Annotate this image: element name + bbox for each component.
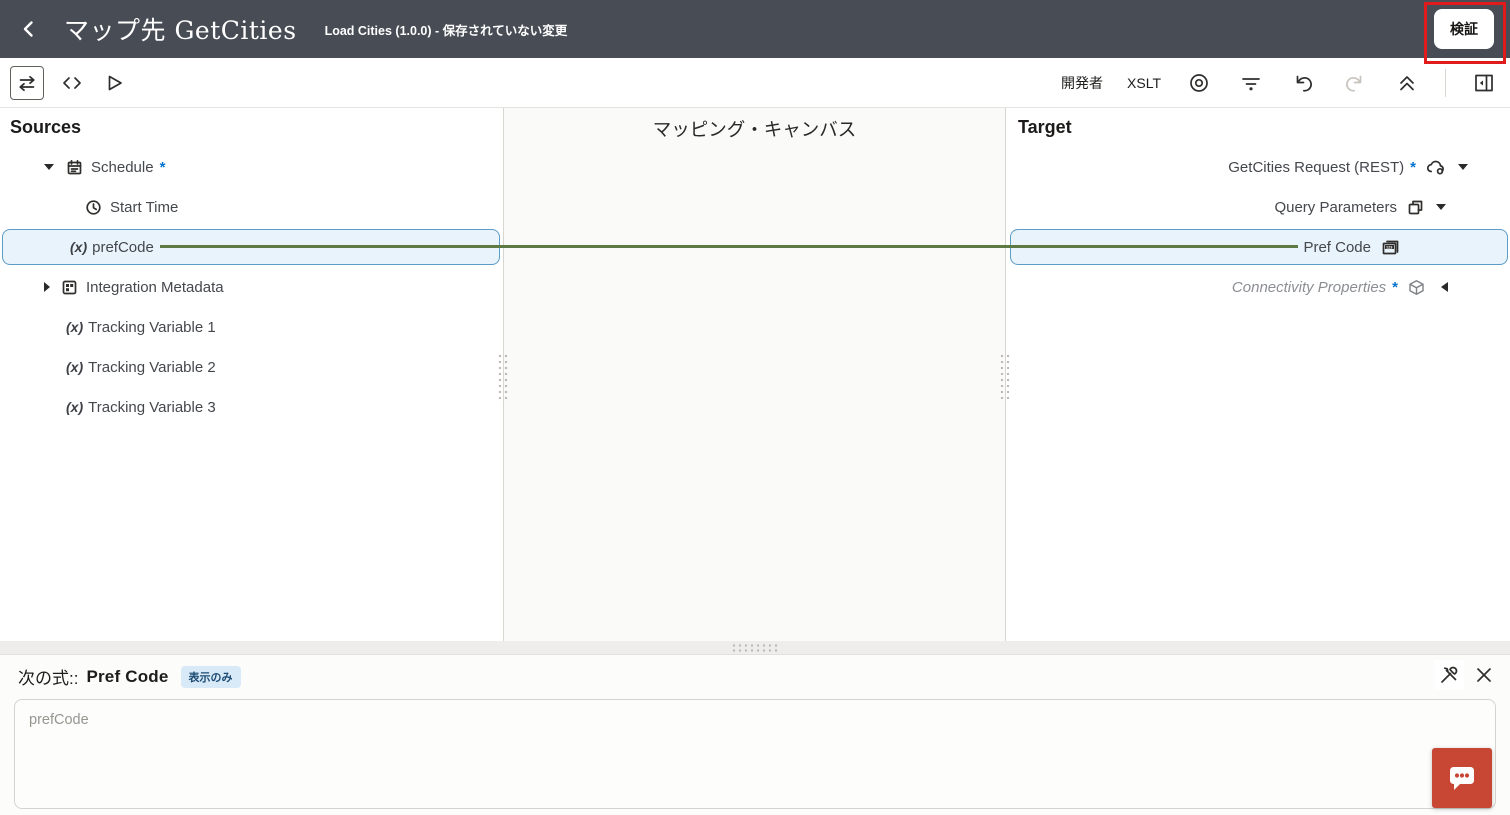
source-label: Integration Metadata xyxy=(86,279,224,296)
source-row-integration-metadata[interactable]: Integration Metadata xyxy=(0,267,503,307)
source-row-tracking-var-3[interactable]: (x) Tracking Variable 3 xyxy=(0,387,503,427)
canvas-title: マッピング・キャンバス xyxy=(504,116,1005,142)
expression-input[interactable]: prefCode xyxy=(14,699,1496,809)
close-icon xyxy=(1474,665,1494,685)
calendar-icon xyxy=(66,159,83,176)
side-panel-icon xyxy=(1472,71,1496,95)
required-marker: * xyxy=(1392,279,1398,296)
target-row-getcities-request[interactable]: GetCities Request (REST) * xyxy=(1006,147,1510,187)
collapse-all-button[interactable] xyxy=(1393,69,1421,97)
mapper-window: マップ先 GetCities Load Cities (1.0.0) - 保存さ… xyxy=(0,0,1510,815)
collapse-all-icon xyxy=(1395,71,1419,95)
function-variable-icon: (x) xyxy=(66,359,83,375)
layers-icon xyxy=(1407,199,1424,216)
target-label: Query Parameters xyxy=(1274,199,1397,216)
metadata-icon xyxy=(61,279,78,296)
xslt-menu[interactable]: XSLT xyxy=(1127,75,1161,91)
undo-icon xyxy=(1291,71,1315,95)
target-label: Connectivity Properties xyxy=(1232,279,1386,296)
view-only-badge: 表示のみ xyxy=(181,666,241,688)
caret-down-icon[interactable] xyxy=(1458,164,1468,170)
mapping-connection-line[interactable] xyxy=(160,245,1298,248)
caret-right-icon[interactable] xyxy=(44,282,50,292)
source-label: Tracking Variable 3 xyxy=(88,399,216,416)
source-label: Start Time xyxy=(110,199,178,216)
chat-icon xyxy=(1446,763,1478,793)
eye-icon xyxy=(1187,71,1211,95)
filter-icon xyxy=(1239,71,1263,95)
expression-close-button[interactable] xyxy=(1472,663,1496,687)
source-label: Schedule xyxy=(91,159,154,176)
sources-header: Sources xyxy=(10,117,81,138)
integration-subtitle: Load Cities (1.0.0) - 保存されていない変更 xyxy=(325,20,568,39)
source-row-tracking-var-1[interactable]: (x) Tracking Variable 1 xyxy=(0,307,503,347)
required-marker: * xyxy=(1410,159,1416,176)
required-marker: * xyxy=(160,159,166,176)
bottom-splitter-grip[interactable] xyxy=(731,643,779,652)
source-row-start-time[interactable]: Start Time xyxy=(0,187,503,227)
caret-left-icon[interactable] xyxy=(1441,282,1448,292)
source-row-schedule[interactable]: Schedule * xyxy=(0,147,503,187)
left-splitter-grip[interactable] xyxy=(497,353,508,403)
swap-mapping-button[interactable] xyxy=(10,66,44,100)
expression-panel: 次の式:: Pref Code 表示のみ prefCode xyxy=(0,654,1510,815)
expression-tools-button[interactable] xyxy=(1434,660,1464,690)
function-variable-icon: (x) xyxy=(70,239,87,255)
mapping-canvas[interactable]: マッピング・キャンバス xyxy=(503,108,1006,641)
code-icon xyxy=(60,71,84,95)
expression-label: 次の式:: xyxy=(18,664,78,689)
source-label: prefCode xyxy=(92,239,154,256)
side-panel-toggle-button[interactable] xyxy=(1470,69,1498,97)
function-variable-icon: (x) xyxy=(66,399,83,415)
target-row-connectivity-properties[interactable]: Connectivity Properties * xyxy=(1006,267,1510,307)
caret-down-icon[interactable] xyxy=(44,164,54,170)
svg-text:123: 123 xyxy=(1386,245,1392,249)
number-type-icon: 123 xyxy=(1381,239,1400,256)
source-label: Tracking Variable 2 xyxy=(88,359,216,376)
expression-target-name: Pref Code xyxy=(86,667,168,687)
target-header: Target xyxy=(1018,117,1072,138)
caret-down-icon[interactable] xyxy=(1436,204,1446,210)
filter-button[interactable] xyxy=(1237,69,1265,97)
package-icon xyxy=(1408,279,1425,296)
run-icon xyxy=(102,71,126,95)
cloud-endpoint-icon xyxy=(1426,158,1446,176)
page-title: マップ先 GetCities xyxy=(64,11,297,47)
developer-menu[interactable]: 開発者 xyxy=(1061,73,1103,93)
source-label: Tracking Variable 1 xyxy=(88,319,216,336)
redo-button[interactable] xyxy=(1341,69,1369,97)
toolbar-separator xyxy=(1445,69,1446,97)
undo-button[interactable] xyxy=(1289,69,1317,97)
back-chevron-icon xyxy=(18,18,40,40)
swap-icon xyxy=(16,72,38,94)
expression-header: 次の式:: Pref Code 表示のみ xyxy=(18,664,241,689)
topbar: マップ先 GetCities Load Cities (1.0.0) - 保存さ… xyxy=(0,0,1510,58)
chat-assistant-button[interactable] xyxy=(1432,748,1492,808)
right-splitter-grip[interactable] xyxy=(999,353,1010,403)
back-button[interactable] xyxy=(14,14,44,44)
target-label: Pref Code xyxy=(1303,239,1371,256)
mapper-tools-icon xyxy=(1437,663,1461,687)
code-view-button[interactable] xyxy=(58,69,86,97)
mapping-area: Sources マッピング・キャンバス Target Schedule * xyxy=(0,108,1510,641)
source-row-tracking-var-2[interactable]: (x) Tracking Variable 2 xyxy=(0,347,503,387)
clock-icon xyxy=(85,199,102,216)
preview-button[interactable] xyxy=(1185,69,1213,97)
target-row-query-parameters[interactable]: Query Parameters xyxy=(1006,187,1510,227)
target-label: GetCities Request (REST) xyxy=(1228,159,1404,176)
redo-icon xyxy=(1343,71,1367,95)
function-variable-icon: (x) xyxy=(66,319,83,335)
mapper-toolbar: 開発者 XSLT xyxy=(0,58,1510,108)
run-test-button[interactable] xyxy=(100,69,128,97)
bottom-splitter xyxy=(0,641,1510,654)
validate-button[interactable]: 検証 xyxy=(1434,9,1494,49)
